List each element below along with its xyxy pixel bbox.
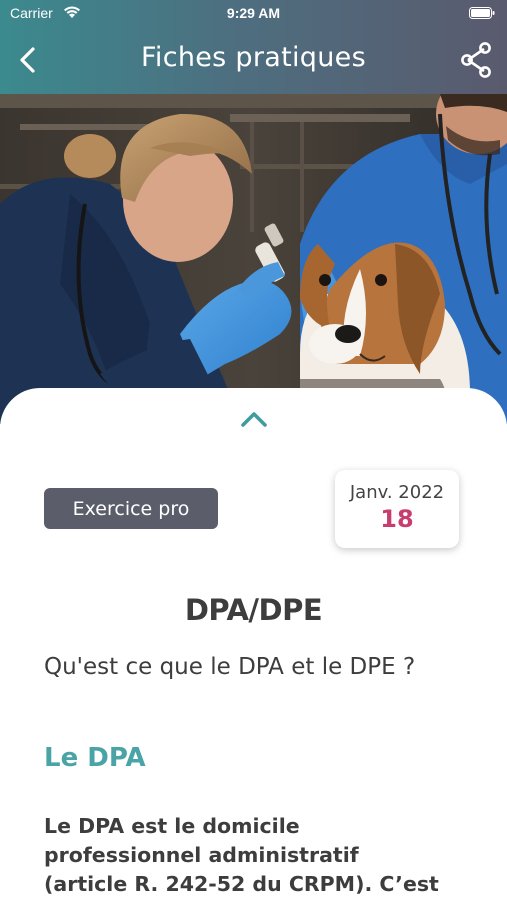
article-title: DPA/DPE [184, 593, 323, 627]
share-button[interactable] [459, 40, 495, 80]
hero-photo [0, 94, 507, 424]
date-card: Janv. 2022 18 [335, 470, 459, 548]
app-header: Carrier 9:29 AM Fiches pratiques [0, 0, 507, 94]
share-icon [461, 42, 491, 78]
status-bar: Carrier 9:29 AM [0, 0, 507, 28]
hero-image [0, 94, 507, 424]
clock: 9:29 AM [226, 5, 281, 21]
article-card: Exercice pro Janv. 2022 18 DPA/DPE Qu'es… [0, 388, 507, 900]
section-heading: Le DPA [44, 743, 146, 773]
body-line: professionnel administratif [44, 843, 359, 867]
body-paragraph: Le DPA est le domicile professionnel adm… [44, 812, 474, 899]
article-subtitle: Qu'est ce que le DPA et le DPE ? [44, 654, 416, 680]
body-line: Le DPA est le domicile [44, 814, 300, 838]
navigation-bar: Fiches pratiques [0, 34, 507, 88]
date-month: Janv. 2022 [349, 482, 445, 503]
date-day: 18 [380, 505, 414, 533]
battery-icon [469, 7, 495, 19]
category-badge[interactable]: Exercice pro [44, 488, 218, 529]
page-title: Fiches pratiques [141, 42, 366, 73]
chevron-up-icon[interactable] [238, 408, 270, 430]
body-line: (article R. 242-52 du CRPM). C’est [44, 872, 439, 896]
